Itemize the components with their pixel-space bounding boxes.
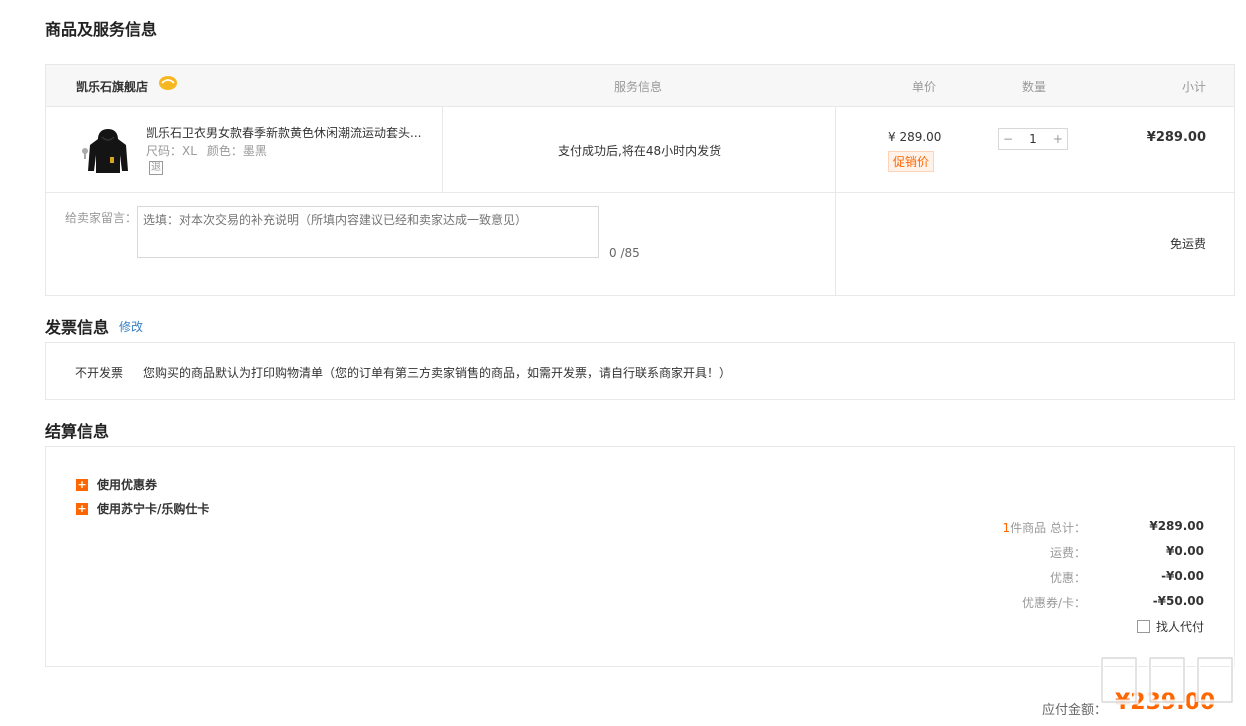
settle-section-title: 结算信息 bbox=[45, 422, 110, 441]
product-image[interactable] bbox=[80, 123, 136, 179]
product-size: 尺码：XL bbox=[146, 144, 197, 158]
expand-plus-icon: + bbox=[76, 477, 88, 491]
items-total-label: 1件商品 总计： bbox=[1003, 519, 1086, 536]
invoice-description: 您购买的商品默认为打印购物清单（您的订单有第三方卖家销售的商品，如需开发票，请自… bbox=[143, 366, 732, 380]
store-name[interactable]: 凯乐石旗舰店 bbox=[76, 78, 148, 95]
expand-plus-icon: + bbox=[76, 501, 88, 515]
items-label: 件商品 总计： bbox=[1010, 521, 1086, 535]
coupon-value: -¥50.00 bbox=[1152, 594, 1204, 608]
use-coupon-label: 使用优惠券 bbox=[97, 478, 158, 492]
invoice-type: 不开发票 bbox=[75, 366, 124, 380]
header-service: 服务信息 bbox=[614, 80, 663, 94]
unit-price: ¥ 289.00 bbox=[888, 130, 942, 144]
invoice-box: 不开发票 您购买的商品默认为打印购物清单（您的订单有第三方卖家销售的商品，如需开… bbox=[45, 342, 1235, 400]
quantity-stepper: − 1 + bbox=[998, 128, 1068, 150]
product-row: 凯乐石卫衣男女款春季新款黄色休闲潮流运动套头... 尺码：XL 颜色：墨黑 退 支… bbox=[46, 107, 1234, 296]
discount-value: -¥0.00 bbox=[1161, 569, 1204, 583]
freight-value: ¥0.00 bbox=[1166, 544, 1204, 558]
promo-tag: 促销价 bbox=[888, 151, 935, 172]
qty-value[interactable]: 1 bbox=[1029, 132, 1037, 146]
product-spec: 尺码：XL 颜色：墨黑 bbox=[146, 142, 267, 159]
message-char-count: 0 /85 bbox=[609, 246, 640, 260]
qty-plus-button[interactable]: + bbox=[1053, 132, 1063, 146]
row-subtotal: ¥289.00 bbox=[1146, 130, 1206, 145]
product-color: 颜色：墨黑 bbox=[206, 144, 267, 158]
watermark-logo bbox=[1099, 655, 1235, 705]
settle-box: + 使用优惠券 + 使用苏宁卡/乐购仕卡 1件商品 总计： ¥289.00 运费… bbox=[45, 446, 1235, 667]
freight-label: 运费： bbox=[1049, 546, 1086, 560]
discount-label: 优惠： bbox=[1049, 571, 1086, 585]
use-coupon-toggle[interactable]: + 使用优惠券 bbox=[76, 476, 157, 493]
shipping-text: 免运费 bbox=[1169, 237, 1206, 251]
goods-section-title: 商品及服务信息 bbox=[45, 20, 158, 39]
proxy-pay-label: 找人代付 bbox=[1155, 620, 1204, 634]
items-total-value: ¥289.00 bbox=[1149, 519, 1204, 533]
product-title[interactable]: 凯乐石卫衣男女款春季新款黄色休闲潮流运动套头... bbox=[146, 124, 431, 141]
header-quantity: 数量 bbox=[1022, 80, 1047, 94]
divider bbox=[442, 107, 443, 192]
message-input[interactable] bbox=[137, 206, 599, 258]
use-card-label: 使用苏宁卡/乐购仕卡 bbox=[97, 502, 210, 516]
message-area: 给卖家留言： 0 /85 免运费 bbox=[46, 192, 1234, 296]
header-subtotal: 小计 bbox=[1181, 80, 1206, 94]
coupon-label: 优惠券/卡： bbox=[1021, 596, 1086, 610]
proxy-pay-option[interactable]: 找人代付 bbox=[1136, 618, 1204, 635]
service-text: 支付成功后,将在48小时内发货 bbox=[558, 144, 722, 158]
invoice-section-title: 发票信息 bbox=[45, 318, 110, 337]
header-unit-price: 单价 bbox=[912, 80, 937, 94]
goods-table-header: 凯乐石旗舰店 服务信息 单价 数量 小计 bbox=[46, 65, 1234, 107]
qty-minus-button[interactable]: − bbox=[1003, 132, 1013, 146]
message-label: 给卖家留言： bbox=[65, 211, 138, 225]
use-card-toggle[interactable]: + 使用苏宁卡/乐购仕卡 bbox=[76, 500, 209, 517]
proxy-pay-checkbox[interactable] bbox=[1136, 620, 1150, 633]
return-tag: 退 bbox=[149, 161, 163, 175]
goods-table: 凯乐石旗舰店 服务信息 单价 数量 小计 凯乐石卫衣男女款春季新款黄色休闲潮流运… bbox=[45, 64, 1235, 296]
store-badge-icon bbox=[159, 76, 177, 90]
invoice-edit-link[interactable]: 修改 bbox=[119, 318, 143, 335]
